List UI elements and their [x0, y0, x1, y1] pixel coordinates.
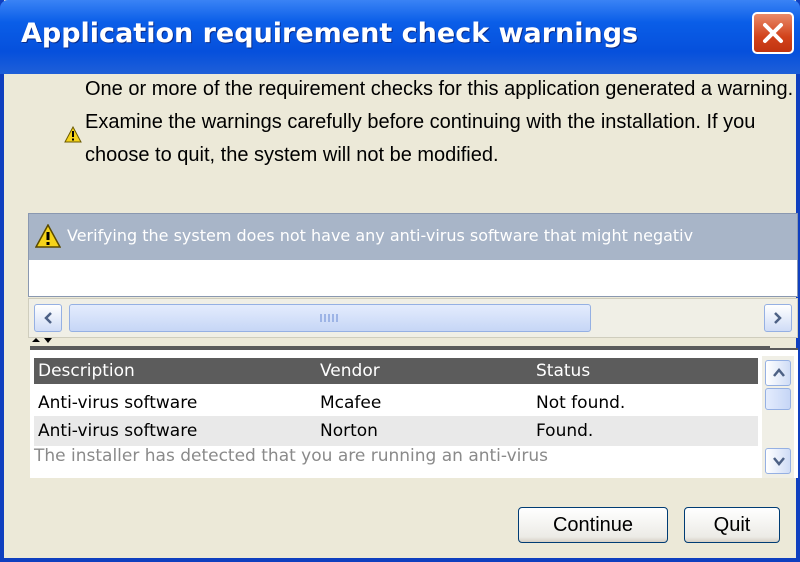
details-note: The installer has detected that you are … — [34, 446, 548, 466]
description-cell: Anti-virus software — [38, 393, 198, 413]
table-row[interactable]: Anti-virus software Mcafee Not found. — [34, 388, 758, 418]
warning-list-item[interactable]: Verifying the system does not have any a… — [29, 214, 797, 260]
close-button[interactable] — [752, 12, 794, 54]
status-cell: Found. — [536, 421, 594, 441]
column-header-description[interactable]: Description — [38, 361, 135, 381]
table-header: Description Vendor Status — [34, 358, 758, 384]
dialog-window: Application requirement check warnings O… — [0, 0, 800, 562]
status-cell: Not found. — [536, 393, 626, 413]
warning-list[interactable]: Verifying the system does not have any a… — [28, 213, 798, 297]
details-table: Description Vendor Status Anti-virus sof… — [30, 348, 798, 478]
vertical-scrollbar[interactable] — [762, 356, 794, 478]
warning-icon — [35, 224, 61, 248]
scroll-thumb[interactable] — [765, 388, 791, 410]
window-title: Application requirement check warnings — [21, 18, 639, 49]
arrow-up-icon — [773, 368, 785, 377]
continue-button[interactable]: Continue — [518, 507, 668, 543]
description-cell: Anti-virus software — [38, 421, 198, 441]
arrow-right-icon — [774, 312, 782, 324]
table-row[interactable]: Anti-virus software Norton Found. — [34, 416, 758, 446]
vendor-cell: Mcafee — [320, 393, 382, 413]
grip-icon — [320, 314, 338, 322]
arrow-down-icon — [773, 457, 785, 466]
arrow-left-icon — [44, 312, 52, 324]
column-header-status[interactable]: Status — [536, 361, 590, 381]
scroll-up-button[interactable] — [765, 360, 791, 386]
quit-button[interactable]: Quit — [684, 507, 780, 543]
scroll-left-button[interactable] — [34, 304, 62, 332]
vendor-cell: Norton — [320, 421, 378, 441]
scroll-thumb[interactable] — [69, 304, 591, 332]
horizontal-scrollbar[interactable] — [28, 298, 798, 338]
warning-icon — [64, 126, 82, 143]
warning-message: One or more of the requirement checks fo… — [85, 78, 794, 166]
column-header-vendor[interactable]: Vendor — [320, 361, 380, 381]
title-bar[interactable]: Application requirement check warnings — [0, 0, 800, 74]
scroll-down-button[interactable] — [765, 448, 791, 474]
warning-item-text: Verifying the system does not have any a… — [67, 226, 694, 245]
scroll-right-button[interactable] — [764, 304, 792, 332]
close-icon — [763, 23, 783, 43]
